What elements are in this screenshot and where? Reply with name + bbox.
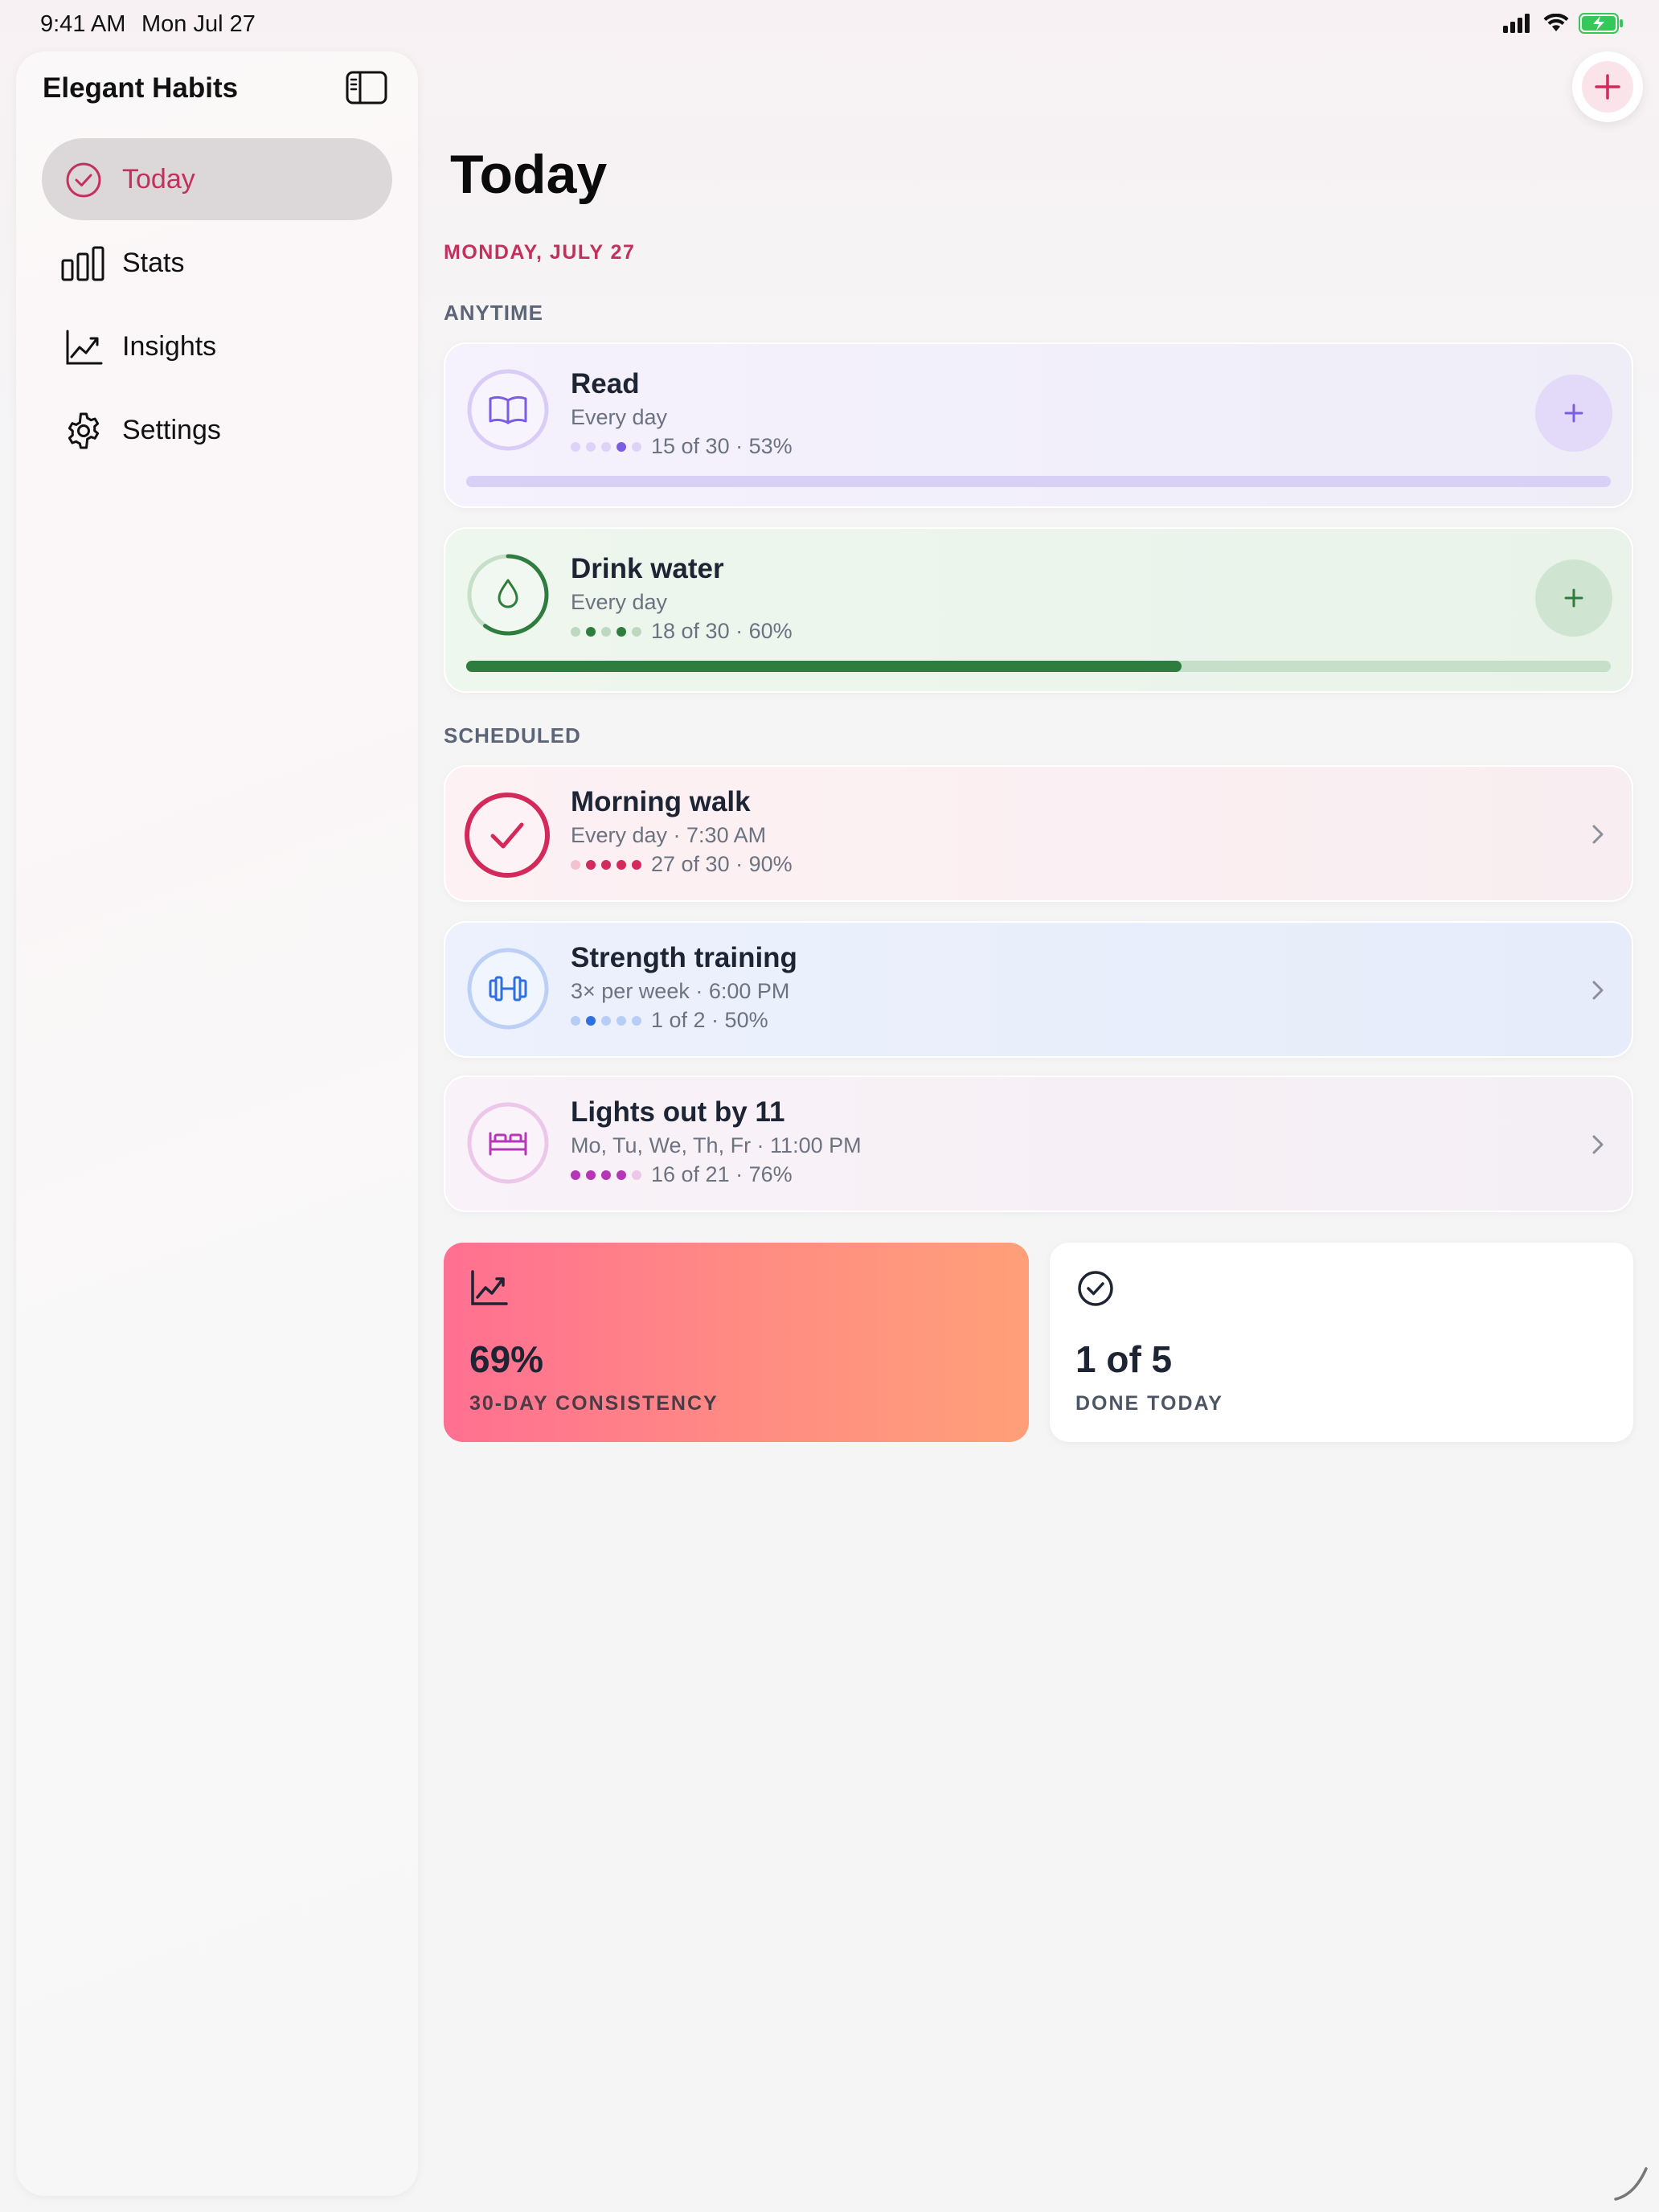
habit-progress: 1 of 2 · 50% <box>571 1008 768 1033</box>
habit-schedule: Every day <box>571 590 668 614</box>
habit-card-morning-walk[interactable]: Morning walk Every day · 7:30 AM 27 of 3… <box>444 765 1633 902</box>
habit-card-read[interactable]: Read Every day 15 of 30 · 53% <box>444 342 1633 508</box>
app-title: Elegant Habits <box>43 72 239 104</box>
wifi-icon <box>1543 14 1569 31</box>
increment-button[interactable] <box>1535 559 1612 637</box>
habit-progress-text: 16 of 21 · 76% <box>651 1162 793 1186</box>
habit-progress: 18 of 30 · 60% <box>571 619 793 644</box>
trend-line-icon <box>471 1270 508 1305</box>
habit-ring <box>467 369 549 451</box>
page-title: Today <box>450 144 608 205</box>
status-date: Mon Jul 27 <box>141 11 256 37</box>
habit-progress: 15 of 30 · 53% <box>571 434 793 459</box>
chevron-right-icon <box>1592 1135 1604 1154</box>
sidebar-toggle-icon[interactable] <box>346 71 387 104</box>
increment-button[interactable] <box>1535 375 1612 452</box>
habit-schedule: Mo, Tu, We, Th, Fr · 11:00 PM <box>571 1133 862 1157</box>
consistency-value: 69% <box>469 1338 544 1380</box>
progress-bar-fill <box>466 661 1182 672</box>
habit-name: Drink water <box>571 553 724 584</box>
habit-card-strength-training[interactable]: Strength training 3× per week · 6:00 PM … <box>444 921 1633 1058</box>
status-bar: 9:41 AM Mon Jul 27 <box>0 0 1659 51</box>
habit-progress-text: 15 of 30 · 53% <box>651 434 793 458</box>
add-habit-button[interactable] <box>1572 51 1643 122</box>
habit-ring <box>465 793 550 878</box>
habit-progress-text: 1 of 2 · 50% <box>651 1008 768 1032</box>
status-time: 9:41 AM <box>40 11 126 37</box>
sidebar-item-stats[interactable]: Stats <box>42 222 392 304</box>
battery-charging-icon <box>1579 13 1623 34</box>
section-label-scheduled: SCHEDULED <box>444 723 581 748</box>
plus-icon <box>1564 588 1583 608</box>
streak-dots <box>571 859 641 870</box>
habit-schedule: 3× per week · 6:00 PM <box>571 979 790 1003</box>
plus-icon <box>1595 74 1620 100</box>
consistency-label: 30-DAY CONSISTENCY <box>469 1392 719 1415</box>
streak-dots <box>571 626 641 637</box>
habit-progress: 27 of 30 · 90% <box>571 852 793 877</box>
checkmark-circle-icon <box>66 162 101 198</box>
habit-card-lights-out[interactable]: Lights out by 11 Mo, Tu, We, Th, Fr · 11… <box>444 1075 1633 1212</box>
sidebar-item-settings[interactable]: Settings <box>42 389 392 471</box>
habit-progress-text: 18 of 30 · 60% <box>651 619 793 643</box>
sidebar-item-label: Settings <box>122 414 221 445</box>
checkmark-circle-icon <box>1078 1271 1113 1306</box>
section-label-anytime: ANYTIME <box>444 301 543 325</box>
habit-schedule: Every day <box>571 405 668 429</box>
sidebar-item-today[interactable]: Today <box>42 138 392 220</box>
done-today-label: DONE TODAY <box>1075 1392 1223 1415</box>
habit-ring <box>467 1102 549 1184</box>
habit-progress: 16 of 21 · 76% <box>571 1162 793 1187</box>
habit-progress-text: 27 of 30 · 90% <box>651 852 793 876</box>
habit-schedule: Every day · 7:30 AM <box>571 823 767 847</box>
status-icons <box>1503 13 1624 34</box>
sidebar-item-label: Stats <box>122 247 185 278</box>
habit-ring <box>467 554 549 636</box>
gear-icon <box>68 412 100 449</box>
progress-bar <box>466 476 1611 487</box>
cellular-signal-icon <box>1503 14 1530 33</box>
plus-icon <box>1564 403 1583 423</box>
sidebar-item-insights[interactable]: Insights <box>42 305 392 387</box>
progress-bar <box>466 661 1611 672</box>
streak-dots <box>571 1015 641 1026</box>
habit-name: Strength training <box>571 942 797 973</box>
streak-dots <box>571 1169 641 1180</box>
habit-ring <box>467 948 549 1030</box>
resize-handle-icon[interactable] <box>1611 2162 1651 2202</box>
habit-name: Lights out by 11 <box>571 1096 785 1128</box>
consistency-card[interactable]: 69% 30-DAY CONSISTENCY <box>444 1243 1029 1442</box>
trend-line-icon <box>66 330 103 365</box>
chevron-right-icon <box>1592 825 1604 844</box>
habit-name: Morning walk <box>571 786 751 817</box>
sidebar-item-label: Today <box>122 163 195 195</box>
habit-name: Read <box>571 368 640 399</box>
streak-dots <box>571 441 641 452</box>
bar-chart-icon <box>61 246 104 281</box>
done-today-card[interactable]: 1 of 5 DONE TODAY <box>1050 1243 1633 1442</box>
done-today-value: 1 of 5 <box>1075 1338 1173 1380</box>
chevron-right-icon <box>1592 981 1604 1000</box>
sidebar: Elegant Habits Today Stats Insights Sett… <box>16 51 418 2196</box>
date-label: MONDAY, JULY 27 <box>444 241 636 264</box>
sidebar-item-label: Insights <box>122 330 217 362</box>
habit-card-drink-water[interactable]: Drink water Every day 18 of 30 · 60% <box>444 527 1633 693</box>
